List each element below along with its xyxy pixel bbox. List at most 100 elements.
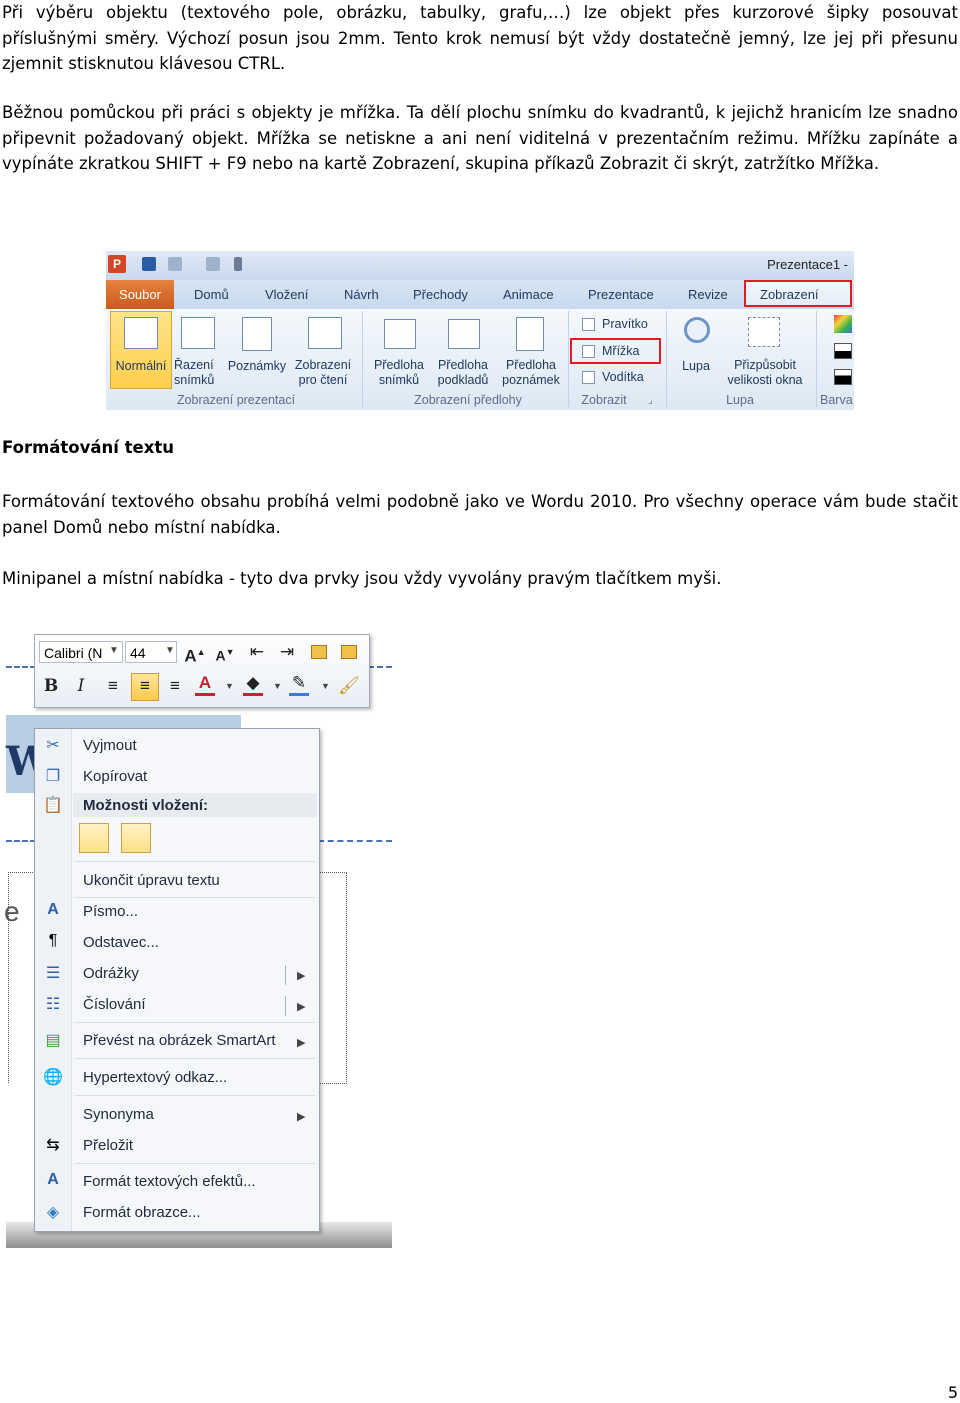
shape-outline-icon[interactable]: ✎ (289, 673, 309, 696)
tab-review[interactable]: Revize (688, 287, 728, 302)
guides-checkbox[interactable] (582, 371, 595, 384)
color-icon[interactable] (834, 315, 852, 333)
group-separator (568, 311, 569, 407)
shape-fill-icon[interactable]: ◆ (243, 673, 263, 696)
format-painter-icon[interactable]: 🖌 (337, 675, 361, 697)
handout-master-label-2: podkladů (437, 373, 489, 387)
paste-icon: 📋 (43, 797, 63, 814)
slide-master-icon (384, 319, 416, 349)
notes-master-button[interactable]: Předloha poznámek (498, 358, 564, 388)
shape-fill-dropdown-icon[interactable]: ▼ (273, 681, 282, 691)
tab-insert[interactable]: Vložení (265, 287, 308, 302)
guides-label: Vodítka (602, 370, 644, 384)
menu-separator (75, 1095, 315, 1096)
submenu-divider (285, 965, 286, 985)
group-zoom: Lupa (726, 393, 754, 407)
tab-transitions[interactable]: Přechody (413, 287, 468, 302)
quick-styles-icon[interactable] (341, 645, 357, 659)
undo-icon[interactable] (168, 257, 182, 271)
menu-item-translate[interactable]: Přeložit (83, 1137, 133, 1154)
slide-sorter-button[interactable]: Řazení snímků (174, 358, 220, 388)
menu-separator (75, 897, 315, 898)
slide-master-button[interactable]: Předloha snímků (368, 358, 430, 388)
tab-home[interactable]: Domů (194, 287, 229, 302)
align-right-icon[interactable]: ≡ (163, 675, 187, 697)
slide-placeholder-border (368, 666, 392, 668)
menu-item-copy[interactable]: Kopírovat (83, 768, 147, 785)
font-dropdown-icon[interactable]: ▼ (109, 645, 119, 656)
section-heading: Formátování textu (2, 438, 175, 457)
submenu-arrow-icon[interactable]: ▶ (297, 1110, 305, 1123)
menu-item-bullets[interactable]: Odrážky (83, 965, 139, 982)
menu-item-cut[interactable]: Vyjmout (83, 737, 137, 754)
notes-master-label-1: Předloha (505, 358, 557, 372)
qat-dropdown-icon[interactable] (234, 257, 242, 271)
menu-separator (75, 1022, 315, 1023)
grayscale-icon[interactable] (834, 343, 852, 359)
menu-item-synonyms[interactable]: Synonyma (83, 1106, 154, 1123)
gridlines-checkbox[interactable] (582, 345, 595, 358)
tab-animations[interactable]: Animace (503, 287, 554, 302)
group-separator (666, 311, 667, 407)
fit-to-window-button[interactable]: Přizpůsobit velikosti okna (720, 358, 810, 388)
submenu-divider (285, 996, 286, 1016)
tab-slideshow[interactable]: Prezentace (588, 287, 654, 302)
shrink-font-icon[interactable]: A▼ (213, 641, 237, 667)
increase-indent-icon[interactable]: ⇥ (275, 641, 299, 663)
ruler-checkbox[interactable] (582, 318, 595, 331)
decrease-indent-icon[interactable]: ⇤ (245, 641, 269, 663)
font-color-icon[interactable]: A (195, 673, 215, 696)
menu-item-format-shape[interactable]: Formát obrazce... (83, 1204, 201, 1221)
title-bar: P Prezentace1 - (106, 251, 854, 280)
normal-view-icon (124, 317, 158, 349)
menu-item-numbering[interactable]: Číslování (83, 996, 146, 1013)
handout-master-icon (448, 319, 480, 349)
window-title: Prezentace1 - (767, 257, 848, 272)
notes-page-button[interactable]: Poznámky (226, 359, 288, 374)
handout-master-button[interactable]: Předloha podkladů (432, 358, 494, 388)
align-left-icon[interactable]: ≡ (101, 675, 125, 697)
menu-item-font[interactable]: Písmo... (83, 903, 138, 920)
menu-item-exit-edit[interactable]: Ukončit úpravu textu (83, 872, 220, 889)
tab-view[interactable]: Zobrazení (760, 287, 819, 302)
menu-item-hyperlink[interactable]: Hypertextový odkaz... (83, 1069, 227, 1086)
paste-keep-text-icon[interactable] (79, 823, 109, 853)
tab-design[interactable]: Návrh (344, 287, 379, 302)
fit-label-2: velikosti okna (727, 373, 803, 387)
dialog-launcher-icon[interactable]: ⌟ (648, 395, 653, 406)
menu-item-format-text-effects[interactable]: Formát textových efektů... (83, 1173, 256, 1190)
zoom-button[interactable]: Lupa (672, 359, 720, 374)
arrange-icon[interactable] (311, 645, 327, 659)
shape-outline-dropdown-icon[interactable]: ▼ (321, 681, 330, 691)
tab-file[interactable]: Soubor (106, 280, 174, 309)
format-shape-icon: ◈ (46, 1204, 60, 1221)
save-icon[interactable] (142, 257, 156, 271)
bold-icon[interactable]: B (39, 675, 63, 697)
submenu-arrow-icon[interactable]: ▶ (297, 969, 305, 982)
align-center-icon[interactable]: ≡ (133, 675, 157, 697)
notes-page-icon (242, 317, 272, 351)
black-white-icon[interactable] (834, 369, 852, 385)
font-color-dropdown-icon[interactable]: ▼ (225, 681, 234, 691)
submenu-arrow-icon[interactable]: ▶ (297, 1000, 305, 1013)
group-master-views: Zobrazení předlohy (414, 393, 522, 407)
menu-item-convert-smartart[interactable]: Převést na obrázek SmartArt (83, 1032, 276, 1049)
paste-picture-icon[interactable] (121, 823, 151, 853)
submenu-arrow-icon[interactable]: ▶ (297, 1036, 305, 1049)
mini-toolbar: Calibri (N ▼ 44 ▼ A▲ A▼ ⇤ ⇥ B I ≡ ≡ ≡ A … (34, 634, 370, 708)
group-color: Barva (820, 393, 853, 407)
slide-master-label-2: snímků (378, 373, 420, 387)
redo-icon[interactable] (206, 257, 220, 271)
reading-view-label-2: pro čtení (298, 373, 348, 387)
slide-master-label-1: Předloha (373, 358, 425, 372)
grow-font-icon[interactable]: A▲ (183, 641, 207, 668)
size-dropdown-icon[interactable]: ▼ (165, 645, 175, 656)
translate-icon: ⇆ (46, 1137, 60, 1154)
normal-view-button[interactable]: Normální (110, 359, 172, 374)
context-menu-screenshot: W e Calibri (N ▼ 44 ▼ A▲ A▼ ⇤ ⇥ B I ≡ ≡ … (0, 630, 400, 1260)
powerpoint-logo-icon: P (108, 255, 126, 273)
cut-icon: ✂ (46, 737, 60, 754)
reading-view-button[interactable]: Zobrazení pro čtení (290, 358, 356, 388)
italic-icon[interactable]: I (69, 675, 93, 697)
menu-item-paragraph[interactable]: Odstavec... (83, 934, 159, 951)
